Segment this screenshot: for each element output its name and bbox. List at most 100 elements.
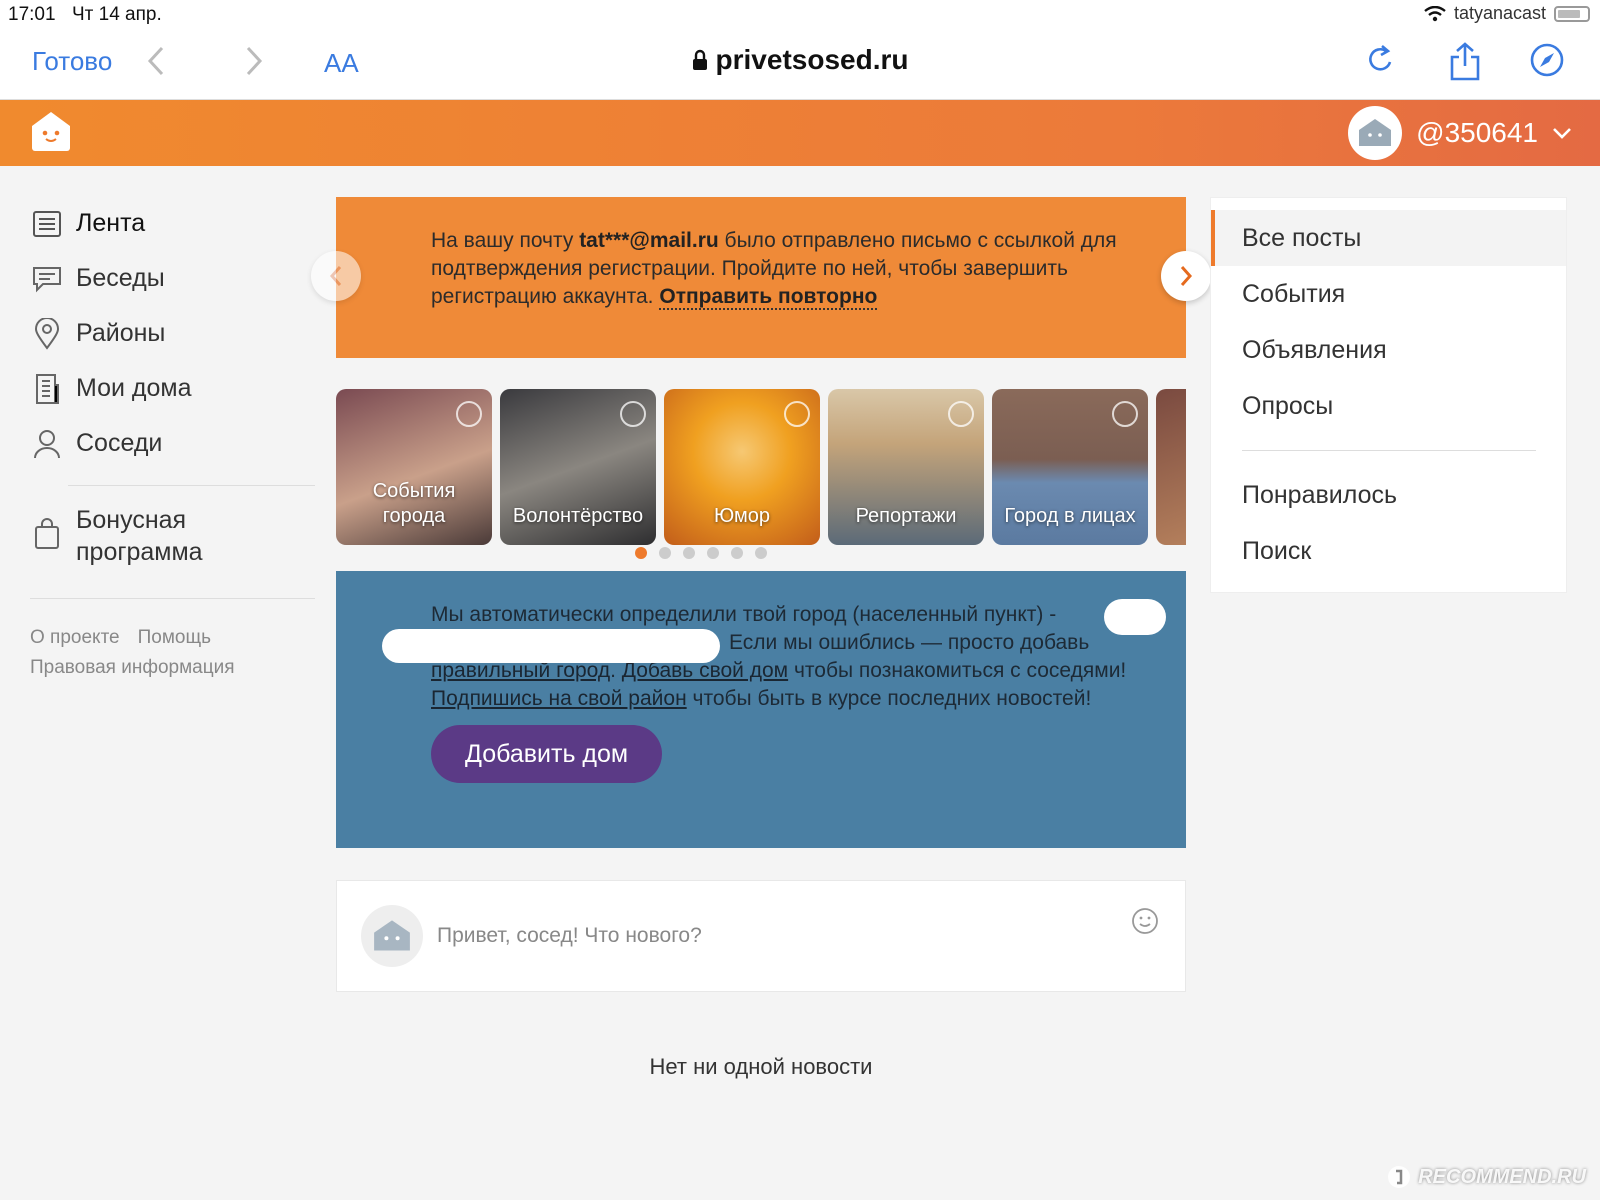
address-bar[interactable]: privetsosed.ru [0,44,1600,76]
smiley-icon[interactable] [1131,907,1159,940]
topic-card-city-faces[interactable]: Город в лицах [992,389,1148,545]
status-time: 17:01 [8,4,56,25]
house-avatar-icon [1359,119,1392,146]
status-username: tatyanacast [1453,3,1546,23]
sidebar-item-neighbors[interactable]: Соседи [30,416,315,471]
filter-events[interactable]: События [1211,266,1566,322]
empty-feed-message: Нет ни одной новости [649,1054,873,1079]
sidebar-item-label: Районы [76,319,166,347]
filter-all-posts[interactable]: Все посты [1211,210,1566,266]
person-icon [30,429,64,459]
sidebar-item-label: Беседы [76,264,165,292]
topic-card-reports[interactable]: Репортажи [828,389,984,545]
select-circle-icon [948,401,974,427]
building-icon [30,373,64,405]
city-text-line1: Мы автоматически определили твой город (… [431,603,1057,626]
topic-card-caption: Репортажи [855,505,957,527]
chevron-right-icon [1180,266,1193,286]
chevron-down-icon [1553,128,1571,139]
share-icon[interactable] [1449,42,1481,87]
topic-card-caption: Юмор [714,505,770,527]
topic-card-volunteering[interactable]: Волонтёрство [500,389,656,545]
sidebar-item-label: Лента [76,209,146,237]
topic-card-humor[interactable]: Юмор [664,389,820,545]
house-avatar-icon [374,920,410,951]
email-confirmation-notice: На вашу почту tat***@mail.ru было отправ… [336,197,1186,358]
city-text-links: правильный город. Добавь свой дом чтобы … [431,659,1127,710]
sidebar-item-feed[interactable]: Лента [30,196,315,251]
topic-card-caption: Город в лицах [1004,505,1136,527]
feed-filters-panel: Все посты События Объявления Опросы Понр… [1210,197,1567,593]
notice-text-start: На вашу почту [431,229,580,252]
filter-search[interactable]: Поиск [1211,523,1566,579]
status-date: Чт 14 апр. [72,4,162,25]
notice-email: tat***@mail.ru [579,229,719,252]
topic-card-caption-line: города [382,505,446,527]
sidebar-item-chats[interactable]: Беседы [30,251,315,306]
status-right: tatyanacast [1424,3,1590,24]
filter-ads[interactable]: Объявления [1211,322,1566,378]
city-detected-banner: Мы автоматически определили твой город (… [336,571,1186,848]
feed-icon [30,210,64,238]
post-composer[interactable]: Привет, сосед! Что нового? [336,880,1186,992]
watermark-text: RECOMMEND.RU [1418,1165,1586,1188]
compass-icon[interactable] [1529,42,1565,83]
legal-link[interactable]: Правовая информация [30,657,235,678]
carousel-next-button[interactable] [1161,251,1211,301]
bonus-label-line1: Бонусная [76,506,187,534]
footer-links: О проекте Помощь Правовая информация [30,623,315,683]
select-circle-icon [784,401,810,427]
topics-carousel: События города Волонтёрство Юмор Репортаж… [336,389,1186,549]
sidebar-item-label: Соседи [76,429,163,457]
username-label: @350641 [1416,117,1538,148]
redacted-city [382,629,720,663]
account-menu[interactable]: @350641 [1348,106,1572,160]
topic-card-partial[interactable] [1156,389,1186,545]
carousel-prev-button[interactable] [311,251,361,301]
select-circle-icon [1112,401,1138,427]
ios-status-bar: 17:01 Чт 14 апр. tatyanacast [0,0,1600,30]
sidebar-item-districts[interactable]: Районы [30,306,315,361]
avatar [1348,106,1403,160]
topic-card-caption: Волонтёрство [512,505,644,527]
reload-icon[interactable] [1366,42,1396,83]
bonus-label-line2: программа [76,538,203,566]
house-face-logo-icon [32,112,70,151]
watermark: RECOMMEND.RU [1386,1164,1586,1190]
select-circle-icon [456,401,482,427]
resend-link[interactable]: Отправить повторно [659,285,878,310]
city-text-mid: чтобы познакомиться с соседями! [788,659,1127,682]
composer-placeholder[interactable]: Привет, сосед! Что нового? [437,924,702,948]
sidebar-item-label: Мои дома [76,374,192,402]
recommend-logo-icon [1388,1166,1411,1188]
city-text-end: чтобы быть в курсе последних новостей! [686,687,1092,710]
about-link[interactable]: О проекте [30,627,120,648]
site-logo[interactable] [30,110,72,157]
filter-liked[interactable]: Понравилось [1211,467,1566,523]
help-link[interactable]: Помощь [138,627,211,648]
sidebar-item-my-homes[interactable]: Мои дома [30,361,315,416]
add-home-button[interactable]: Добавить дом [431,725,663,783]
avatar [361,905,423,967]
chevron-left-icon [329,266,342,286]
topic-card-city-events[interactable]: События города [336,389,492,545]
browser-toolbar: Готово AA privetsosed.ru [0,30,1600,100]
bonus-label: Бонусная программа [76,504,203,568]
lock-icon [692,49,707,70]
battery-icon [1554,5,1590,22]
shopping-bag-icon [30,518,64,550]
subscribe-district-link[interactable]: Подпишись на свой район [431,687,687,710]
sidebar-divider [68,485,315,486]
redacted-city [1104,599,1166,635]
filters-divider [1242,450,1536,451]
url-text: privetsosed.ru [715,44,909,75]
topic-card-caption: События города [336,479,492,529]
topic-card-caption-line: События [372,480,456,502]
location-pin-icon [30,317,64,350]
main-column: На вашу почту tat***@mail.ru было отправ… [336,197,1186,1080]
chat-icon [30,265,64,293]
sidebar: Лента Беседы Районы Мои дома Соседи Бону… [30,196,315,683]
filter-polls[interactable]: Опросы [1211,378,1566,434]
site-header: @350641 [0,100,1600,166]
select-circle-icon [620,401,646,427]
